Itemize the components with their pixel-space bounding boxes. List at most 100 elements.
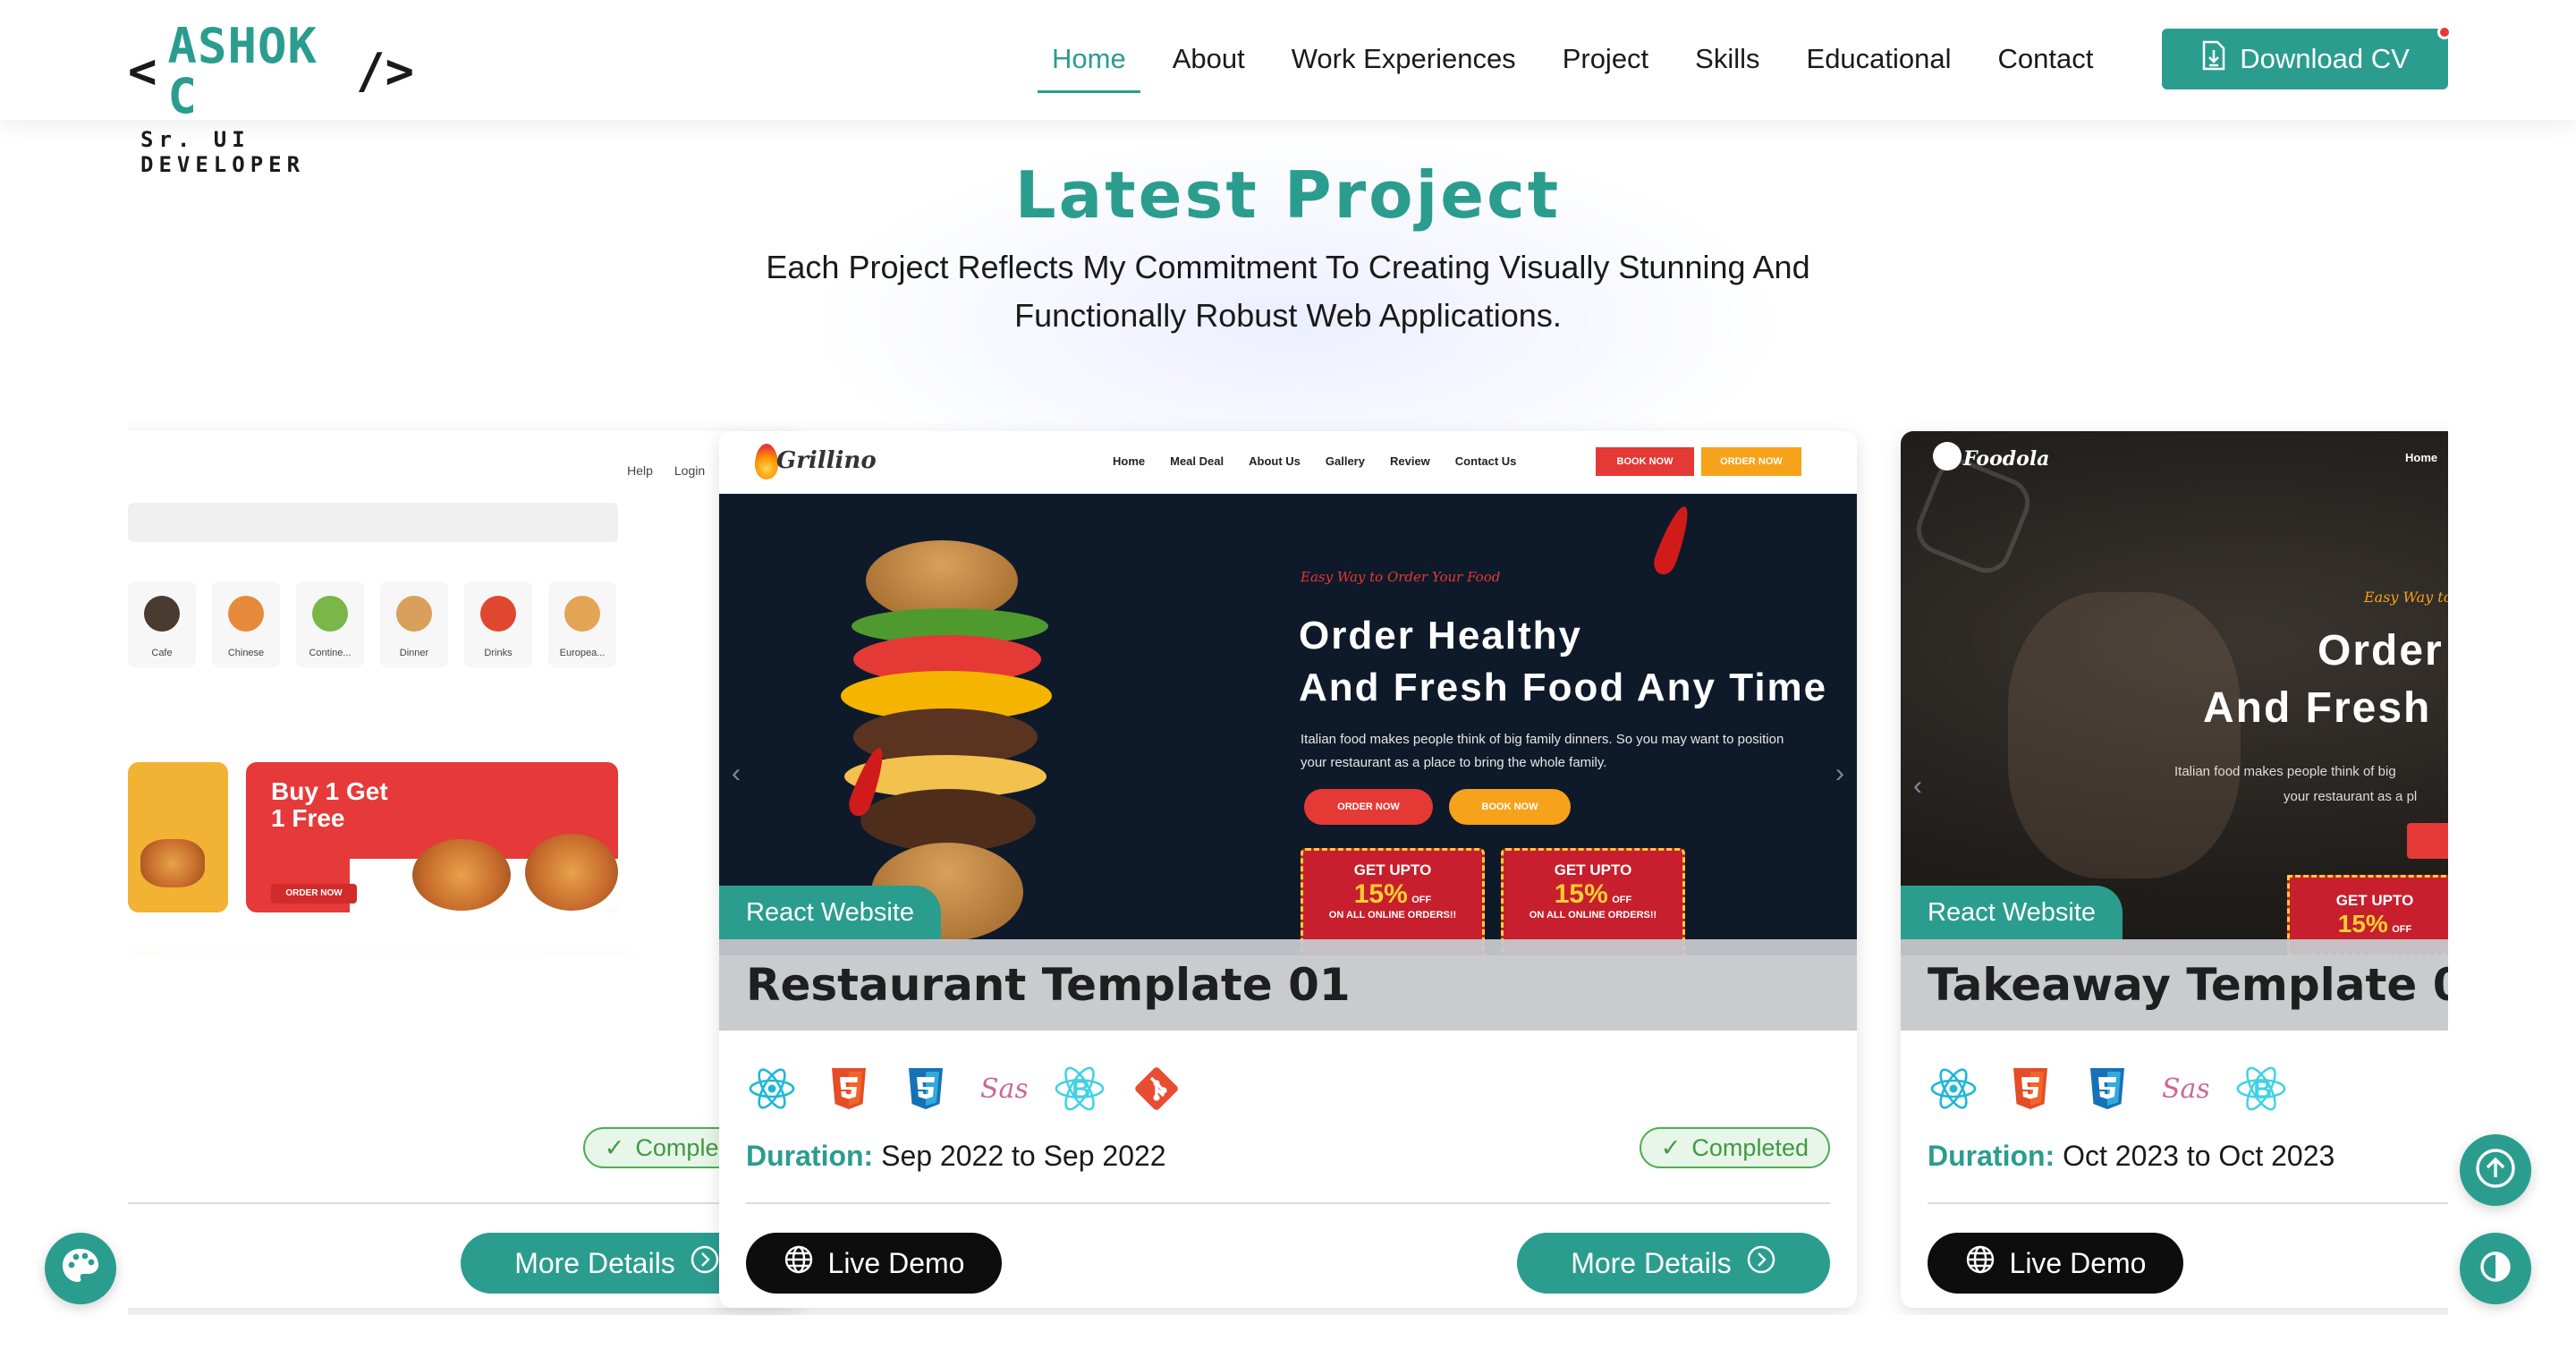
project-name: Takeaway Template 01: [1901, 939, 2448, 1031]
screenshot-hero-order-button: ORDER NOW: [1304, 789, 1433, 825]
chevron-right-circle-icon: [690, 1244, 720, 1282]
chef-logo-icon: [1933, 442, 1962, 471]
live-demo-button[interactable]: Live Demo: [746, 1233, 1002, 1294]
css3-icon: [900, 1063, 952, 1115]
screenshot-heading-line: And Fresh F: [2203, 684, 2448, 732]
svg-text:Sass: Sass: [980, 1073, 1027, 1105]
coupon-top: GET UPTO: [1554, 861, 1632, 878]
card-divider: [1928, 1202, 2448, 1204]
svg-text:Sass: Sass: [2162, 1073, 2208, 1105]
screenshot-menu-item: About Us: [1249, 454, 1301, 468]
check-icon: ✓: [604, 1133, 625, 1161]
tech-stack: Sass B: [746, 1063, 1182, 1115]
nav-contact[interactable]: Contact: [1984, 36, 2108, 93]
bootstrap-react-icon: B: [1054, 1063, 1106, 1115]
screenshot-category: Drinks: [464, 581, 532, 667]
coupon-off: OFF: [2392, 924, 2412, 935]
discount-badge-decoration: [1909, 452, 2038, 581]
contrast-icon: [2478, 1249, 2513, 1289]
screenshot-menu-item: Meal Deal: [1170, 454, 1224, 468]
screenshot-paragraph: Italian food makes people think of big: [2174, 764, 2396, 779]
logo-right-bracket: />: [355, 43, 414, 99]
duration-value: Sep 2022 to Sep 2022: [881, 1140, 1166, 1172]
sass-icon: Sass: [977, 1063, 1029, 1115]
more-details-label: More Details: [1571, 1246, 1732, 1279]
live-demo-label: Live Demo: [827, 1246, 965, 1279]
chevron-right-circle-icon: [1746, 1244, 1776, 1282]
nav-work-experiences[interactable]: Work Experiences: [1277, 36, 1530, 93]
project-card: Foodola Home Easy Way to Order And Fresh…: [1901, 431, 2448, 1308]
screenshot-brand: Foodola: [1963, 447, 2050, 471]
arrow-up-circle-icon: [2473, 1146, 2518, 1195]
duration-label: Duration:: [1928, 1140, 2055, 1172]
status-badge: ✓ Completed: [1639, 1127, 1830, 1168]
screenshot-banner-title: Buy 1 Get 1 Free: [271, 777, 388, 832]
logo-title: < ASHOK C />: [128, 21, 414, 122]
logo-left-bracket: <: [128, 43, 157, 99]
react-icon: [746, 1063, 798, 1115]
screenshot-red-button: [2407, 823, 2448, 859]
coupon-value: 15%: [1353, 879, 1408, 909]
coupon-bottom: ON ALL ONLINE ORDERS!!: [1529, 910, 1657, 921]
flame-logo-icon: [755, 444, 778, 479]
css3-icon: [2081, 1063, 2133, 1115]
screenshot-heading-line: Order: [2318, 627, 2444, 674]
nav-about[interactable]: About: [1158, 36, 1259, 93]
html5-icon: [823, 1063, 875, 1115]
project-duration: Duration: Oct 2023 to Oct 2023: [1928, 1140, 2334, 1173]
screenshot-menu-item: Gallery: [1325, 454, 1365, 468]
bootstrap-react-icon: B: [2235, 1063, 2287, 1115]
screenshot-brand: Grillino: [776, 447, 877, 474]
chili-decoration: [1650, 503, 1695, 578]
download-cv-button[interactable]: Download CV: [2162, 25, 2452, 89]
nav-home[interactable]: Home: [1038, 36, 1140, 93]
screenshot-menu-item: Home: [2405, 451, 2438, 464]
screenshot-hero: Foodola Home Easy Way to Order And Fresh…: [1901, 431, 2448, 955]
navbar: < ASHOK C /> Sr. UI DEVELOPER Home About…: [0, 0, 2576, 177]
check-icon: ✓: [1660, 1133, 1682, 1161]
live-demo-label: Live Demo: [2009, 1246, 2147, 1279]
screenshot-heading: Order Healthy And Fresh Food Any Time: [1299, 610, 1827, 714]
status-label: Completed: [1691, 1133, 1809, 1161]
screenshot-categories: Cafe Chinese Contine... Dinner Drinks Eu…: [128, 581, 616, 667]
theme-palette-button[interactable]: [45, 1233, 116, 1304]
screenshot-book-button: BOOK NOW: [1596, 447, 1694, 476]
screenshot-hero-book-button: BOOK NOW: [1449, 789, 1571, 825]
project-duration: Duration: Sep 2022 to Sep 2022: [746, 1140, 1166, 1173]
main-nav: Home About Work Experiences Project Skil…: [1038, 36, 2125, 93]
screenshot-category: Europea...: [548, 581, 616, 667]
sass-icon: Sass: [2158, 1063, 2210, 1115]
project-screenshot: Help Login ☼ Cafe Chinese Contine... Din…: [128, 431, 801, 955]
dark-mode-toggle[interactable]: [2460, 1233, 2531, 1304]
project-card: Help Login ☼ Cafe Chinese Contine... Din…: [128, 431, 801, 1308]
project-screenshot: Grillino Home Meal Deal About Us Gallery…: [719, 431, 1857, 955]
logo[interactable]: < ASHOK C /> Sr. UI DEVELOPER: [128, 21, 414, 178]
git-icon: [1131, 1063, 1182, 1115]
coupon-off: OFF: [1612, 895, 1632, 905]
project-name: Restaurant Template 01: [719, 939, 1857, 1031]
nav-educational[interactable]: Educational: [1792, 36, 1966, 93]
coupon-value: 15%: [1554, 879, 1608, 909]
nav-skills[interactable]: Skills: [1681, 36, 1774, 93]
tech-stack: Sass B: [1928, 1063, 2287, 1115]
screenshot-menu-item: Contact Us: [1454, 454, 1517, 468]
screenshot-category: Dinner: [380, 581, 448, 667]
more-details-button[interactable]: More Details: [1517, 1233, 1830, 1294]
screenshot-link: Help: [627, 463, 653, 478]
live-demo-button[interactable]: Live Demo: [1928, 1233, 2183, 1294]
duration-value: Oct 2023 to Oct 2023: [2063, 1140, 2335, 1172]
carousel-prev-arrow: ‹: [1913, 771, 1922, 801]
screenshot-category: Chinese: [212, 581, 280, 667]
scroll-to-top-button[interactable]: [2460, 1134, 2531, 1206]
logo-name: ASHOK C: [167, 18, 318, 124]
project-type-tag: React Website: [1901, 886, 2123, 939]
globe-icon: [784, 1244, 814, 1282]
svg-text:B: B: [1072, 1076, 1090, 1105]
screenshot-promo-tile: [128, 762, 228, 912]
coupon-off: OFF: [1411, 895, 1432, 905]
palette-icon: [59, 1245, 102, 1293]
card-divider: [128, 1202, 774, 1204]
project-type-tag: React Website: [719, 886, 942, 939]
nav-project[interactable]: Project: [1548, 36, 1663, 93]
globe-icon: [1965, 1244, 1996, 1282]
